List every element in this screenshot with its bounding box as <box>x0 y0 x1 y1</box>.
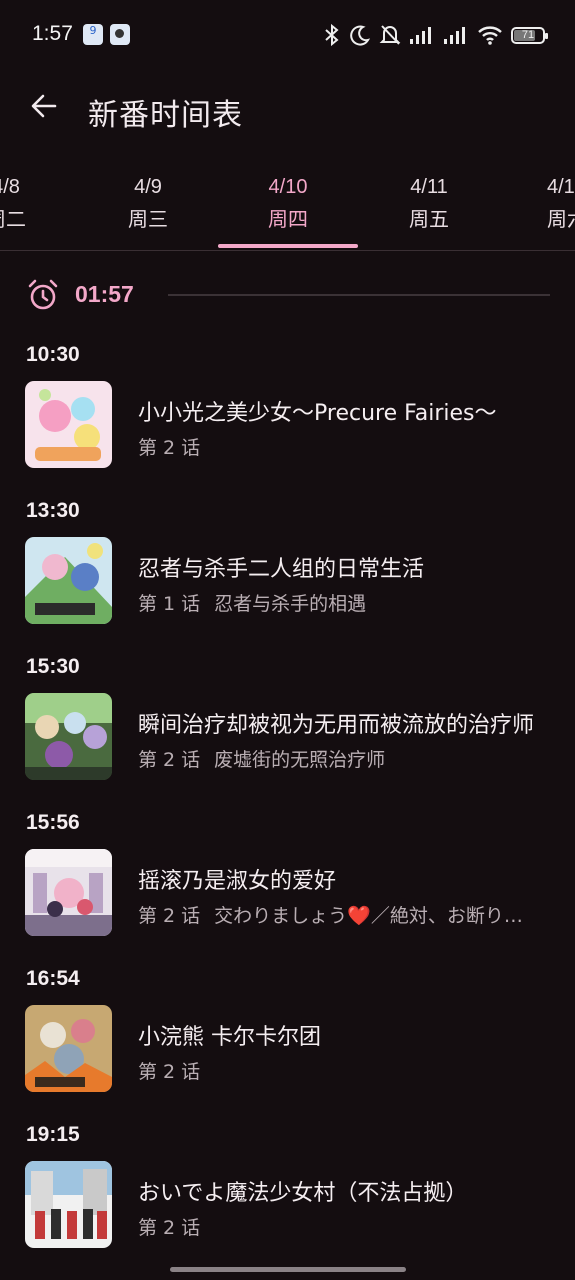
tab-day[interactable]: 4/8 周二 <box>0 166 76 250</box>
anime-list-item[interactable]: 忍者与杀手二人组的日常生活 第 1 话忍者与杀手的相遇 <box>0 537 575 627</box>
app-bar: 新番时间表 <box>0 72 575 144</box>
tab-day[interactable]: 4/11 周五 <box>359 166 499 250</box>
home-indicator[interactable] <box>170 1267 406 1272</box>
slot-time: 13:30 <box>26 499 80 522</box>
anime-list-item[interactable]: 小浣熊 卡尔卡尔团 第 2 话 <box>0 1005 575 1095</box>
page-title: 新番时间表 <box>88 98 243 133</box>
anime-list-item[interactable]: 瞬间治疗却被视为无用而被流放的治疗师 第 2 话废墟街的无照治疗师 <box>0 693 575 783</box>
current-time-row: 01:57 <box>26 278 550 312</box>
tab-day[interactable]: 4/12 周六 <box>500 166 575 250</box>
status-icons: 71 <box>323 22 548 48</box>
anime-list-item[interactable]: おいでよ魔法少女村（不法占拠） 第 2 话 <box>0 1161 575 1251</box>
bell-muted-icon <box>379 25 401 45</box>
anime-thumbnail <box>25 693 112 780</box>
anime-thumbnail <box>25 537 112 624</box>
tab-weekday: 周四 <box>268 207 308 231</box>
anime-list-item[interactable]: 小小光之美少女～Precure Fairies～ 第 2 话 <box>0 381 575 471</box>
status-bar: 1:57 9 71 <box>0 0 575 70</box>
signal-icon <box>410 27 431 44</box>
anime-episode-info: 第 2 话 <box>138 433 538 460</box>
anime-episode-info: 第 2 话 <box>138 1213 538 1240</box>
tab-date: 4/11 <box>410 176 448 198</box>
anime-title: おいでよ魔法少女村（不法占拠） <box>138 1181 468 1206</box>
wifi-icon <box>478 26 502 45</box>
status-time: 1:57 <box>32 22 73 45</box>
anime-thumbnail <box>25 1161 112 1248</box>
episode-title: 忍者与杀手的相遇 <box>214 593 367 615</box>
tab-date: 4/12 <box>547 176 575 198</box>
tab-date: 4/10 <box>268 176 308 198</box>
tab-date: 4/8 <box>0 176 20 198</box>
slot-time: 15:30 <box>26 655 80 678</box>
current-time: 01:57 <box>75 281 134 307</box>
episode-title: 交わりましょう❤️／絶対、お断りします <box>214 905 538 927</box>
episode-number: 第 2 话 <box>138 1061 201 1083</box>
tab-indicator <box>218 244 358 248</box>
bluetooth-icon <box>325 23 339 47</box>
tab-date: 4/9 <box>134 176 162 198</box>
anime-thumbnail <box>25 1005 112 1092</box>
notification-app-icon: 9 <box>83 24 103 45</box>
slot-time: 15:56 <box>26 811 80 834</box>
anime-episode-info: 第 1 话忍者与杀手的相遇 <box>138 589 538 616</box>
episode-number: 第 2 话 <box>138 749 201 771</box>
anime-title: 小浣熊 卡尔卡尔团 <box>138 1025 321 1050</box>
signal-icon-2 <box>444 27 465 44</box>
tab-day-selected[interactable]: 4/10 周四 <box>218 166 358 250</box>
anime-episode-info: 第 2 话交わりましょう❤️／絶対、お断りします <box>138 901 538 928</box>
episode-number: 第 2 话 <box>138 437 201 459</box>
episode-title: 废墟街的无照治疗师 <box>214 749 386 771</box>
tab-day[interactable]: 4/9 周三 <box>78 166 218 250</box>
battery-level-text: 71 <box>521 28 535 41</box>
date-tabs: 4/8 周二 4/9 周三 4/10 周四 4/11 周五 4/12 周六 <box>0 166 575 251</box>
arrow-left-icon <box>31 94 57 118</box>
do-not-disturb-moon-icon <box>350 25 371 46</box>
tab-weekday: 周六 <box>547 207 575 231</box>
anime-title: 摇滚乃是淑女的爱好 <box>138 869 337 894</box>
anime-title: 忍者与杀手二人组的日常生活 <box>138 557 425 582</box>
episode-number: 第 1 话 <box>138 593 201 615</box>
tab-weekday: 周二 <box>0 207 26 231</box>
alarm-clock-icon <box>28 279 58 310</box>
slot-time: 16:54 <box>26 967 80 990</box>
episode-number: 第 2 话 <box>138 1217 201 1239</box>
anime-thumbnail <box>25 381 112 468</box>
anime-episode-info: 第 2 话废墟街的无照治疗师 <box>138 745 538 772</box>
anime-episode-info: 第 2 话 <box>138 1057 538 1084</box>
battery-indicator: 71 <box>511 26 548 44</box>
anime-title: 小小光之美少女～Precure Fairies～ <box>138 401 497 426</box>
anime-list-item[interactable]: 摇滚乃是淑女的爱好 第 2 话交わりましょう❤️／絶対、お断りします <box>0 849 575 939</box>
anime-thumbnail <box>25 849 112 936</box>
slot-time: 19:15 <box>26 1123 80 1146</box>
current-time-divider <box>168 294 550 296</box>
slot-time: 10:30 <box>26 343 80 366</box>
tab-weekday: 周三 <box>128 207 168 231</box>
back-button[interactable] <box>22 84 66 128</box>
episode-number: 第 2 话 <box>138 905 201 927</box>
notification-app-icon-2 <box>110 24 130 45</box>
tab-weekday: 周五 <box>409 207 449 231</box>
anime-title: 瞬间治疗却被视为无用而被流放的治疗师 <box>138 713 535 738</box>
